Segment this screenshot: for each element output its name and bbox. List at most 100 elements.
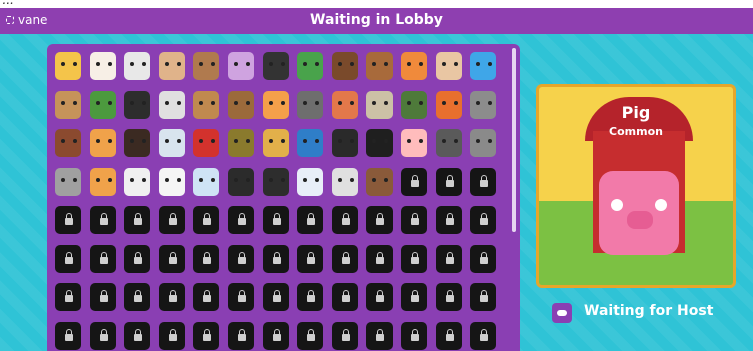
blook-arctic-fox[interactable]	[193, 167, 220, 196]
locked-blook-slot[interactable]	[193, 206, 220, 234]
blook-rabbit[interactable]	[435, 52, 462, 80]
blook-moose[interactable]	[193, 52, 220, 80]
locked-blook-slot[interactable]	[193, 244, 220, 273]
locked-blook-slot[interactable]	[228, 206, 255, 234]
blook-elephant[interactable]	[470, 129, 497, 157]
blook-chicken[interactable]	[89, 52, 116, 80]
locked-blook-slot[interactable]	[55, 321, 82, 350]
blook-raccoon[interactable]	[435, 129, 462, 157]
locked-blook-slot[interactable]	[470, 321, 497, 350]
blook-goldfish[interactable]	[470, 52, 497, 80]
blook-polar-bear[interactable]	[158, 167, 185, 196]
blook-sloth[interactable]	[401, 129, 428, 157]
locked-blook-slot[interactable]	[89, 321, 116, 350]
locked-blook-slot[interactable]	[435, 206, 462, 234]
locked-blook-slot[interactable]	[331, 206, 358, 234]
blook-zebra[interactable]	[262, 52, 289, 80]
locked-blook-slot[interactable]	[55, 206, 82, 234]
blook-seal[interactable]	[331, 167, 358, 196]
locked-blook-slot[interactable]	[158, 244, 185, 273]
blook-boar[interactable]	[55, 129, 82, 157]
locked-blook-slot[interactable]	[158, 283, 185, 311]
blook-husky[interactable]	[158, 90, 185, 119]
blook-raccoon[interactable]	[297, 90, 324, 119]
blook-rhino[interactable]	[55, 167, 82, 196]
locked-blook-slot[interactable]	[262, 206, 289, 234]
blook-arctic-fox[interactable]	[297, 167, 324, 196]
locked-blook-slot[interactable]	[470, 167, 497, 196]
locked-blook-slot[interactable]	[89, 283, 116, 311]
blook-frog[interactable]	[89, 90, 116, 119]
locked-blook-slot[interactable]	[297, 283, 324, 311]
locked-blook-slot[interactable]	[470, 206, 497, 234]
locked-blook-slot[interactable]	[297, 244, 324, 273]
blook-tiger[interactable]	[89, 167, 116, 196]
locked-blook-slot[interactable]	[435, 321, 462, 350]
locked-blook-slot[interactable]	[366, 206, 393, 234]
locked-blook-slot[interactable]	[124, 244, 151, 273]
blook-hedgehog[interactable]	[401, 90, 428, 119]
blook-walrus[interactable]	[366, 167, 393, 196]
locked-blook-slot[interactable]	[55, 244, 82, 273]
locked-blook-slot[interactable]	[193, 283, 220, 311]
blook-puppy[interactable]	[366, 52, 393, 80]
blook-fox[interactable]	[262, 90, 289, 119]
locked-blook-slot[interactable]	[331, 244, 358, 273]
locked-blook-slot[interactable]	[401, 244, 428, 273]
locked-blook-slot[interactable]	[228, 321, 255, 350]
locked-blook-slot[interactable]	[401, 283, 428, 311]
blook-tiger[interactable]	[89, 129, 116, 157]
blook-squirrel[interactable]	[435, 90, 462, 119]
blook-wolf[interactable]	[470, 90, 497, 119]
blook-macaw[interactable]	[297, 129, 324, 157]
locked-blook-slot[interactable]	[366, 321, 393, 350]
locked-blook-slot[interactable]	[331, 283, 358, 311]
blook-bear-cub[interactable]	[55, 90, 82, 119]
blook-owl[interactable]	[366, 90, 393, 119]
blook-buffalo[interactable]	[124, 129, 151, 157]
locked-blook-slot[interactable]	[55, 283, 82, 311]
locked-blook-slot[interactable]	[401, 206, 428, 234]
locked-blook-slot[interactable]	[401, 167, 428, 196]
blook-cow[interactable]	[124, 52, 151, 80]
blook-star-slot[interactable]	[228, 52, 255, 80]
locked-blook-slot[interactable]	[262, 321, 289, 350]
blook-parrot[interactable]	[193, 129, 220, 157]
blook-snowy-owl[interactable]	[158, 129, 185, 157]
locked-blook-slot[interactable]	[470, 244, 497, 273]
locked-blook-slot[interactable]	[124, 321, 151, 350]
locked-blook-slot[interactable]	[228, 283, 255, 311]
locked-blook-slot[interactable]	[297, 206, 324, 234]
blook-duck[interactable]	[55, 52, 82, 80]
blook-panther[interactable]	[366, 129, 393, 157]
locked-blook-slot[interactable]	[435, 283, 462, 311]
locked-blook-slot[interactable]	[262, 244, 289, 273]
locked-blook-slot[interactable]	[297, 321, 324, 350]
blook-moose[interactable]	[228, 90, 255, 119]
blook-fox[interactable]	[401, 52, 428, 80]
locked-blook-slot[interactable]	[435, 244, 462, 273]
locked-blook-slot[interactable]	[366, 244, 393, 273]
locked-blook-slot[interactable]	[366, 283, 393, 311]
locked-blook-slot[interactable]	[435, 167, 462, 196]
locked-blook-slot[interactable]	[401, 321, 428, 350]
blook-reindeer[interactable]	[193, 90, 220, 119]
blook-pine[interactable]	[228, 129, 255, 157]
locked-blook-slot[interactable]	[89, 244, 116, 273]
locked-blook-slot[interactable]	[262, 283, 289, 311]
blook-pig[interactable]	[158, 52, 185, 80]
blook-toucan[interactable]	[331, 129, 358, 157]
blook-cat[interactable]	[124, 90, 151, 119]
locked-blook-slot[interactable]	[470, 283, 497, 311]
locked-blook-slot[interactable]	[331, 321, 358, 350]
blook-fox[interactable]	[331, 90, 358, 119]
locked-blook-slot[interactable]	[124, 206, 151, 234]
locked-blook-slot[interactable]	[124, 283, 151, 311]
blook-snowy-owl[interactable]	[124, 167, 151, 196]
blook-leopard[interactable]	[262, 129, 289, 157]
locked-blook-slot[interactable]	[193, 321, 220, 350]
locked-blook-slot[interactable]	[228, 244, 255, 273]
locked-blook-slot[interactable]	[89, 206, 116, 234]
grid-scrollbar[interactable]	[512, 48, 516, 232]
blook-penguin[interactable]	[228, 167, 255, 196]
